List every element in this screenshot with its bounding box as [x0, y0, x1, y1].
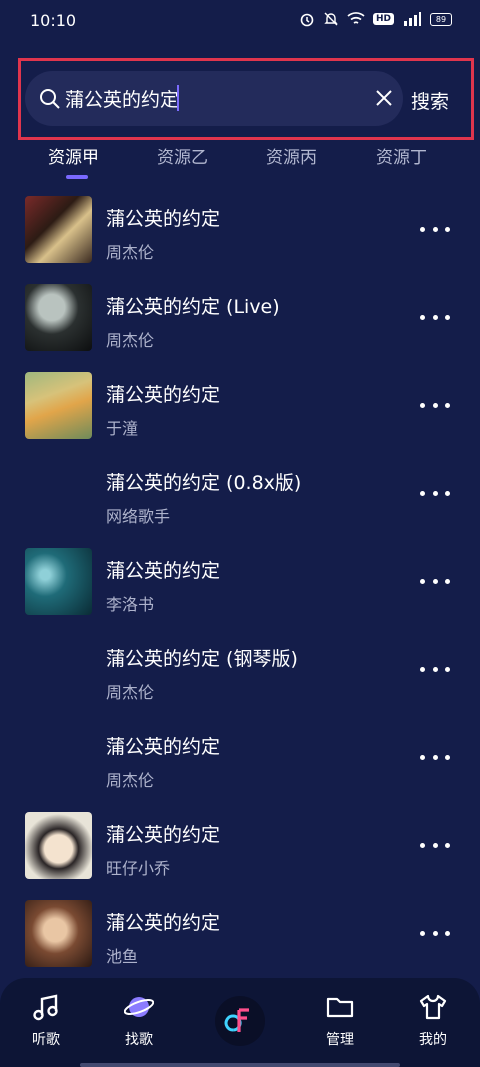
- song-artist: 李洛书: [106, 595, 155, 614]
- more-options-icon[interactable]: [420, 400, 450, 410]
- home-indicator: [80, 1063, 400, 1067]
- song-artist: 周杰伦: [106, 331, 155, 350]
- more-options-icon[interactable]: [420, 928, 450, 938]
- song-artist: 周杰伦: [106, 683, 155, 702]
- album-cover: [25, 284, 92, 351]
- song-row[interactable]: 蒲公英的约定 旺仔小乔: [0, 800, 480, 888]
- app-logo-button[interactable]: [215, 996, 265, 1046]
- song-artist: 池鱼: [106, 947, 139, 966]
- hd-badge: HD: [372, 13, 394, 25]
- more-options-icon[interactable]: [420, 576, 450, 586]
- song-title: 蒲公英的约定: [106, 824, 221, 846]
- album-cover: [25, 372, 92, 439]
- source-tabs: 资源甲 资源乙 资源丙 资源丁: [0, 140, 480, 184]
- more-options-icon[interactable]: [420, 664, 450, 674]
- wifi-icon: [347, 12, 365, 24]
- tab-source-d[interactable]: 资源丁: [376, 143, 427, 168]
- search-input[interactable]: [65, 83, 325, 113]
- song-row[interactable]: 蒲公英的约定 于潼: [0, 360, 480, 448]
- nav-label: 听歌: [32, 1032, 60, 1048]
- song-artist: 旺仔小乔: [106, 859, 171, 878]
- song-row[interactable]: 蒲公英的约定 李洛书: [0, 536, 480, 624]
- alarm-icon: [300, 13, 314, 27]
- song-title: 蒲公英的约定: [106, 208, 221, 230]
- mute-bell-icon: [324, 12, 338, 26]
- more-options-icon[interactable]: [420, 312, 450, 322]
- song-row[interactable]: 蒲公英的约定 周杰伦: [0, 712, 480, 800]
- album-cover: [25, 196, 92, 263]
- planet-icon: [124, 997, 154, 1017]
- tab-source-b[interactable]: 资源乙: [157, 143, 208, 168]
- song-title: 蒲公英的约定 (钢琴版): [106, 648, 298, 670]
- status-bar: 10:10 HD 89: [0, 0, 480, 42]
- more-options-icon[interactable]: [420, 488, 450, 498]
- text-caret: [177, 85, 179, 111]
- nav-listen[interactable]: 听歌: [6, 978, 86, 1067]
- nav-label: 我的: [419, 1032, 447, 1048]
- more-options-icon[interactable]: [420, 840, 450, 850]
- song-artist: 周杰伦: [106, 243, 155, 262]
- song-title: 蒲公英的约定 (0.8x版): [106, 472, 302, 494]
- song-title: 蒲公英的约定: [106, 736, 221, 758]
- more-options-icon[interactable]: [420, 224, 450, 234]
- nav-find[interactable]: 找歌: [99, 978, 179, 1067]
- song-row[interactable]: 蒲公英的约定 (0.8x版) 网络歌手: [0, 448, 480, 536]
- song-title: 蒲公英的约定 (Live): [106, 296, 280, 318]
- nav-label: 找歌: [125, 1032, 153, 1048]
- app-logo-icon: [224, 1008, 249, 1032]
- clear-icon[interactable]: [373, 87, 395, 109]
- more-options-icon[interactable]: [420, 752, 450, 762]
- song-artist: 于潼: [106, 419, 139, 438]
- bottom-nav: 听歌 找歌 管理 我的: [0, 978, 480, 1067]
- search-highlight-box: 搜索: [18, 58, 474, 140]
- nav-label: 管理: [326, 1032, 354, 1048]
- search-bar[interactable]: [25, 71, 403, 126]
- tab-source-c[interactable]: 资源丙: [266, 143, 317, 168]
- tab-active-indicator: [66, 175, 88, 179]
- song-artist: 网络歌手: [106, 507, 171, 526]
- song-title: 蒲公英的约定: [106, 560, 221, 582]
- song-artist: 周杰伦: [106, 771, 155, 790]
- status-time: 10:10: [30, 11, 77, 30]
- song-row[interactable]: 蒲公英的约定 池鱼: [0, 888, 480, 976]
- song-row[interactable]: 蒲公英的约定 (Live) 周杰伦: [0, 272, 480, 360]
- song-row[interactable]: 蒲公英的约定 周杰伦: [0, 184, 480, 272]
- music-note-icon: [33, 994, 58, 1021]
- folder-icon: [326, 997, 354, 1018]
- battery-indicator: 89: [430, 12, 452, 26]
- album-cover: [25, 900, 92, 967]
- song-title: 蒲公英的约定: [106, 912, 221, 934]
- tab-source-a[interactable]: 资源甲: [48, 143, 99, 168]
- status-icons: HD 89: [299, 11, 452, 27]
- signal-icon: [404, 12, 421, 26]
- album-cover: [25, 812, 92, 879]
- shirt-icon: [419, 994, 447, 1020]
- song-title: 蒲公英的约定: [106, 384, 221, 406]
- song-row[interactable]: 蒲公英的约定 (钢琴版) 周杰伦: [0, 624, 480, 712]
- search-icon: [40, 89, 60, 109]
- album-cover: [25, 548, 92, 615]
- nav-manage[interactable]: 管理: [300, 978, 380, 1067]
- nav-mine[interactable]: 我的: [393, 978, 473, 1067]
- search-button[interactable]: 搜索: [411, 87, 449, 114]
